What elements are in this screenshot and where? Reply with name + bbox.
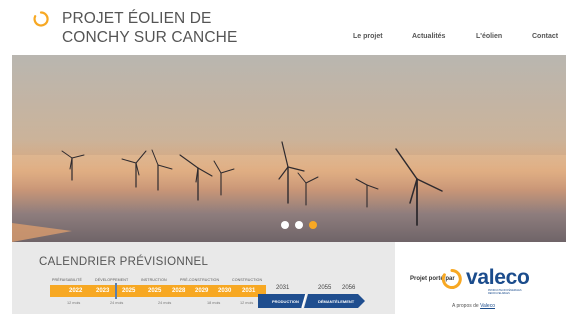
nav-item-leolien[interactable]: L'éolien [476,33,502,40]
duration-label: 18 mois [207,301,221,305]
wind-farm-photo [12,55,566,242]
valeco-tagline-line2: RENOUVELABLES [488,292,510,295]
site-title[interactable]: PROJET ÉOLIEN DE CONCHY SUR CANCHE [62,9,237,47]
about-partner: A propos de Valeco [452,303,495,309]
valeco-ring-icon [441,269,462,289]
year-decommission-start: 2055 [318,285,332,291]
carousel-dot-1[interactable] [281,221,289,229]
decommission-label: DÉMANTÈLEMENT [318,299,355,304]
nav-item-le-projet[interactable]: Le projet [353,33,383,40]
about-prefix: A propos de [452,303,481,309]
timeline-current-marker [115,283,117,299]
timeline-year: 2025 [148,288,162,294]
timeline-year: 2028 [172,288,186,294]
carousel-dot-3-active[interactable] [309,221,317,229]
site-header: PROJET ÉOLIEN DE CONCHY SUR CANCHE Le pr… [0,0,578,55]
timeline-year: 2023 [96,288,110,294]
phase-label-preconstruction: PRÉ-CONSTRUCTION [180,278,220,282]
phase-label-instruction: INSTRUCTION [141,278,167,282]
phase-label-developpement: DÉVELOPPEMENT [95,278,129,282]
timeline-year: 2031 [242,288,256,294]
duration-label: 12 mois [67,301,81,305]
timeline-year: 2025 [122,288,136,294]
year-production: 2031 [276,285,290,291]
duration-label: 24 mois [110,301,124,305]
phase-label-construction: CONSTRUCTION [232,278,263,282]
production-label: PRODUCTION [272,299,299,304]
valeco-link[interactable]: Valeco [480,303,495,309]
logo-ring-icon [33,11,49,27]
timeline-year: 2022 [69,288,83,294]
site-title-line2: CONCHY SUR CANCHE [62,29,238,46]
valeco-tagline: PRODUCTEUR D'ÉNERGIES RENOUVELABLES [488,289,522,295]
year-decommission-end: 2056 [342,285,356,291]
calendar-title: CALENDRIER PRÉVISIONNEL [39,256,209,268]
duration-label: 24 mois [158,301,172,305]
nav-item-actualites[interactable]: Actualités [412,33,445,40]
phase-label-prefaisabilite: PRÉFAISABILITÉ [52,278,82,282]
valeco-logo-text[interactable]: valeco [466,266,530,290]
carousel-dot-2[interactable] [295,221,303,229]
duration-label: 12 mois [240,301,254,305]
site-title-line1: PROJET ÉOLIEN DE [62,10,212,27]
timeline-year: 2029 [195,288,209,294]
nav-item-contact[interactable]: Contact [532,33,558,40]
hero-carousel [12,55,566,242]
timeline-year: 2030 [218,288,232,294]
